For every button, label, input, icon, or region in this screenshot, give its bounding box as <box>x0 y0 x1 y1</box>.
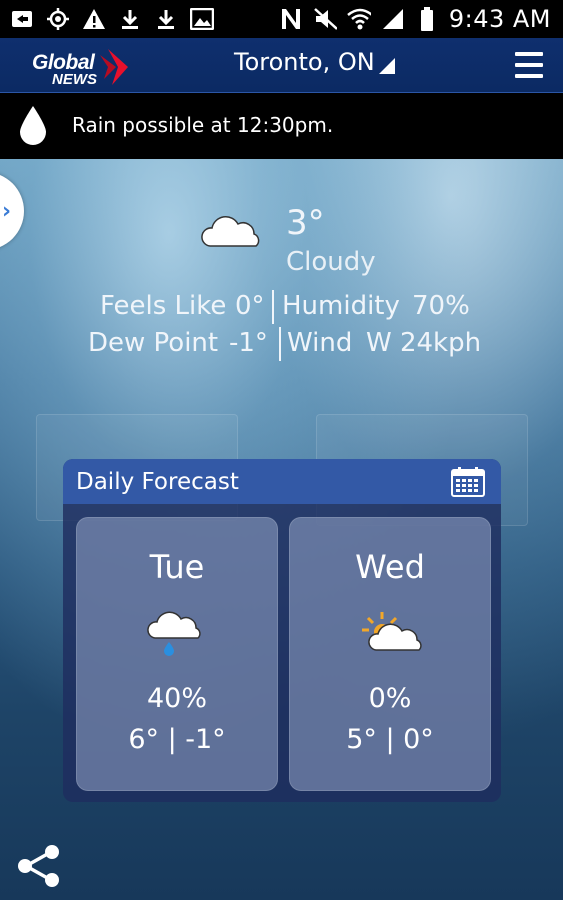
current-temperature: 3° <box>286 203 325 243</box>
forecast-day: Tue <box>149 548 205 586</box>
image-icon <box>190 7 214 31</box>
download-icon <box>154 7 178 31</box>
current-condition: Cloudy <box>286 247 376 277</box>
battery-icon <box>415 7 439 31</box>
wind-label: Wind <box>287 328 353 358</box>
global-news-logo[interactable]: Global NEWS <box>30 45 130 89</box>
nfc-icon <box>279 7 303 31</box>
raindrop-icon <box>18 105 48 149</box>
divider <box>279 327 281 361</box>
cloud-icon <box>200 214 264 254</box>
daily-forecast-title: Daily Forecast <box>76 468 239 495</box>
status-clock: 9:43 AM <box>448 5 551 33</box>
logo-text-news: NEWS <box>52 71 97 88</box>
cloud-rain-icon <box>147 610 207 662</box>
gps-icon <box>46 7 70 31</box>
dew-point-label: Dew Point <box>88 328 219 358</box>
humidity-value: 70% <box>412 291 470 321</box>
feels-like-value: 0° <box>235 291 265 321</box>
daily-forecast-panel: Daily Forecast Tue 40% 6° | -1° Wed 0% 5… <box>63 459 501 802</box>
alert-text: Rain possible at 12:30pm. <box>72 113 334 137</box>
feels-like-label: Feels Like <box>100 291 227 321</box>
forecast-precip: 0% <box>368 683 412 714</box>
forecast-high-low: 6° | -1° <box>128 724 226 755</box>
app-bar: Global NEWS Toronto, ON <box>0 38 563 94</box>
wifi-icon <box>347 7 371 31</box>
forecast-card-wed[interactable]: Wed 0% 5° | 0° <box>289 517 491 791</box>
weather-alert-banner[interactable]: Rain possible at 12:30pm. <box>0 93 563 159</box>
forecast-day: Wed <box>355 548 425 586</box>
status-bar: 9:43 AM <box>0 0 563 38</box>
menu-button[interactable] <box>515 52 543 78</box>
partly-sunny-icon <box>360 610 430 662</box>
location-label: Toronto, ON <box>234 48 375 76</box>
warning-icon <box>82 7 106 31</box>
hamburger-icon <box>515 52 543 56</box>
daily-forecast-header: Daily Forecast <box>63 459 501 504</box>
forecast-high-low: 5° | 0° <box>346 724 434 755</box>
location-selector[interactable]: Toronto, ON <box>234 48 395 76</box>
media-icon <box>10 7 34 31</box>
dropdown-caret-icon <box>378 58 395 74</box>
forecast-precip: 40% <box>146 683 207 714</box>
chevron-right-icon: › <box>2 199 12 224</box>
mute-icon <box>313 7 337 31</box>
share-icon[interactable] <box>16 843 62 893</box>
calendar-icon[interactable] <box>451 467 485 501</box>
wind-value: W 24kph <box>366 328 482 358</box>
forecast-card-tue[interactable]: Tue 40% 6° | -1° <box>76 517 278 791</box>
humidity-label: Humidity <box>282 291 400 321</box>
signal-icon <box>381 7 405 31</box>
download-icon <box>118 7 142 31</box>
divider <box>272 290 274 324</box>
dew-point-value: -1° <box>229 328 268 358</box>
